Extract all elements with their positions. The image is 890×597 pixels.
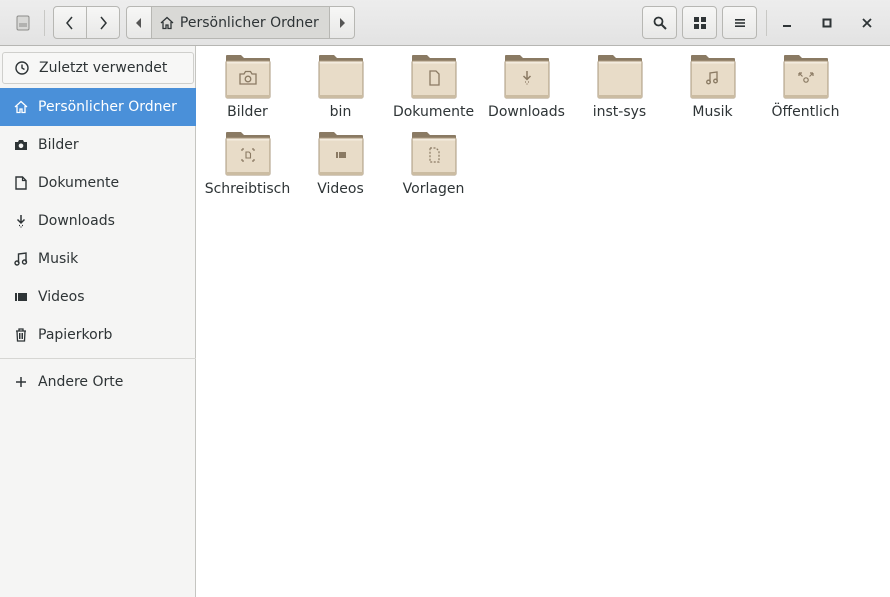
sidebar-item-other-locations[interactable]: Andere Orte <box>0 363 196 401</box>
grid-view-icon <box>693 16 706 29</box>
file-name: Musik <box>692 104 733 120</box>
file-name: Schreibtisch <box>204 181 291 197</box>
drive-icon[interactable] <box>6 6 40 39</box>
folder-icon <box>318 132 363 176</box>
close-button[interactable] <box>850 6 884 39</box>
file-item[interactable]: Videos <box>294 123 387 200</box>
menu-button[interactable] <box>722 6 757 39</box>
file-name: Downloads <box>488 104 565 120</box>
chevron-right-icon <box>100 16 107 29</box>
music-icon <box>14 252 28 266</box>
plus-icon <box>14 375 28 389</box>
sidebar-item-trash[interactable]: Papierkorb <box>0 316 196 354</box>
camera-icon <box>14 138 28 152</box>
file-name: Öffentlich <box>771 104 840 120</box>
sidebar-item-label: Downloads <box>38 213 115 229</box>
forward-button[interactable] <box>87 7 119 38</box>
sidebar-item-label: Musik <box>38 251 79 267</box>
trash-icon <box>14 328 28 342</box>
sidebar-item-label: Andere Orte <box>38 374 124 390</box>
sidebar-item-label: Bilder <box>38 137 79 153</box>
sidebar-item-label: Papierkorb <box>38 327 113 343</box>
home-icon <box>160 16 174 29</box>
sidebar-item-label: Videos <box>38 289 85 305</box>
back-button[interactable] <box>54 7 87 38</box>
document-icon <box>14 176 28 190</box>
folder-icon <box>504 55 549 99</box>
file-item[interactable]: Öffentlich <box>759 46 852 123</box>
path-scroll-left-button[interactable] <box>127 7 151 38</box>
triangle-left-icon <box>135 17 141 28</box>
hamburger-menu-icon <box>734 18 745 27</box>
chevron-left-icon <box>66 16 73 29</box>
path-scroll-right-button[interactable] <box>330 7 354 38</box>
folder-icon <box>411 55 456 99</box>
sidebar-item-label: Persönlicher Ordner <box>38 99 177 115</box>
path-segment-home[interactable]: Persönlicher Ordner <box>150 7 331 38</box>
clock-icon <box>15 61 29 75</box>
sidebar-item-home[interactable]: Persönlicher Ordner <box>0 88 196 126</box>
minimize-icon <box>783 24 791 27</box>
minimize-button[interactable] <box>770 6 804 39</box>
sidebar-item-downloads[interactable]: Downloads <box>0 202 196 240</box>
file-item[interactable]: Downloads <box>480 46 573 123</box>
header-separator <box>44 10 45 36</box>
home-icon <box>14 100 28 114</box>
file-name: Dokumente <box>392 104 475 120</box>
sidebar-item-label: Dokumente <box>38 175 120 191</box>
file-name: Videos <box>317 181 364 197</box>
folder-icon <box>597 55 642 99</box>
file-view: Bilder bin Dokumente Downloads inst-sys Musik… <box>197 46 890 597</box>
search-icon <box>653 16 667 30</box>
file-item[interactable]: bin <box>294 46 387 123</box>
file-name: Bilder <box>227 104 268 120</box>
sidebar-item-pictures[interactable]: Bilder <box>0 126 196 164</box>
sidebar-separator <box>0 358 196 359</box>
search-button[interactable] <box>642 6 677 39</box>
file-item[interactable]: Musik <box>666 46 759 123</box>
folder-icon <box>225 132 270 176</box>
sidebar-item-recent[interactable]: Zuletzt verwendet <box>2 52 194 84</box>
file-item[interactable]: Schreibtisch <box>201 123 294 200</box>
sidebar-item-videos[interactable]: Videos <box>0 278 196 316</box>
file-item[interactable]: inst-sys <box>573 46 666 123</box>
folder-icon <box>225 55 270 99</box>
file-item[interactable]: Dokumente <box>387 46 480 123</box>
file-name: inst-sys <box>592 104 647 120</box>
header-bar: Persönlicher Ordner <box>0 0 890 46</box>
close-icon <box>862 17 872 28</box>
triangle-right-icon <box>340 17 346 28</box>
folder-icon <box>318 55 363 99</box>
path-segment-label: Persönlicher Ordner <box>179 14 319 31</box>
download-icon <box>14 214 28 228</box>
folder-icon <box>411 132 456 176</box>
video-icon <box>14 290 28 304</box>
view-toggle-button[interactable] <box>682 6 717 39</box>
sidebar: Zuletzt verwendet Persönlicher Ordner Bi… <box>0 46 196 597</box>
folder-icon <box>690 55 735 99</box>
file-item[interactable]: Bilder <box>201 46 294 123</box>
file-name: Vorlagen <box>402 181 465 197</box>
header-separator <box>766 10 767 36</box>
path-bar: Persönlicher Ordner <box>126 6 355 39</box>
navigation-buttons <box>53 6 120 39</box>
folder-icon <box>783 55 828 99</box>
maximize-button[interactable] <box>810 6 844 39</box>
sidebar-item-label: Zuletzt verwendet <box>39 60 168 76</box>
file-name: bin <box>329 104 352 120</box>
sidebar-item-documents[interactable]: Dokumente <box>0 164 196 202</box>
file-item[interactable]: Vorlagen <box>387 123 480 200</box>
maximize-icon <box>822 18 832 27</box>
sidebar-item-music[interactable]: Musik <box>0 240 196 278</box>
